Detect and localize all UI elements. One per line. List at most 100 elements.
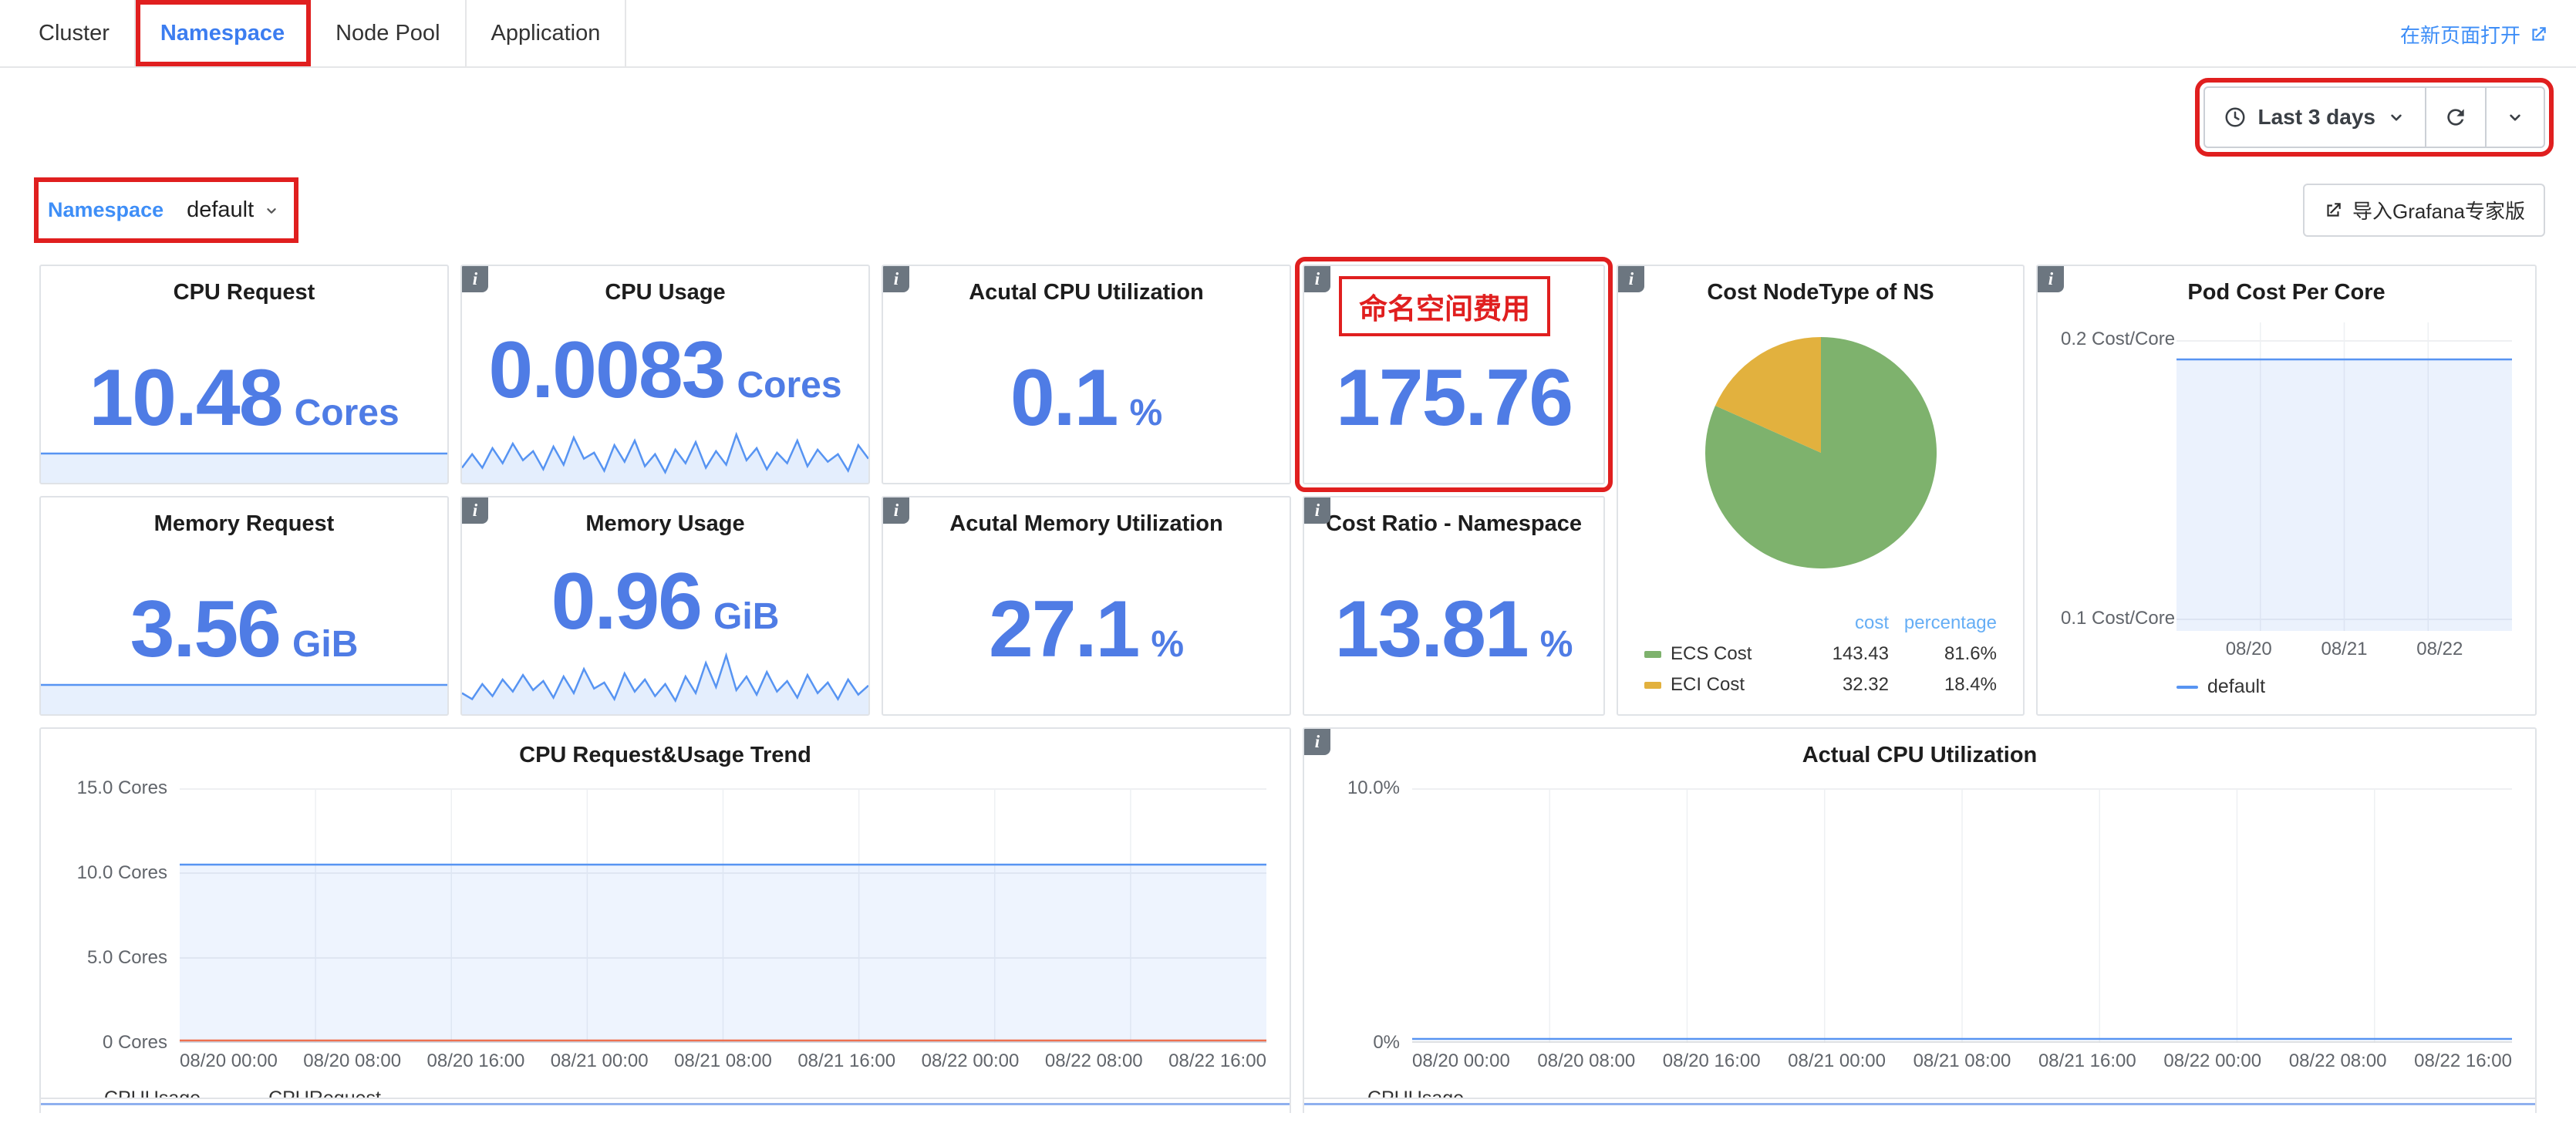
sparkline (462, 415, 868, 483)
dashboard-main: Last 3 days Namespace default 导入Grafana专… (0, 86, 2576, 1113)
x-tick: 08/20 00:00 (180, 1050, 278, 1072)
export-icon (2323, 201, 2343, 221)
panel-title: Cost Ratio - Namespace (1304, 497, 1603, 537)
y-tick: 0.1 Cost/Core (2061, 608, 2175, 629)
stat-value: 3.56 GiB (130, 589, 359, 669)
stat-value: 175.76 (1336, 358, 1572, 438)
panel-cost-nodetype-of-ns: i Cost NodeType of NS cost percentage EC… (1617, 265, 2025, 716)
x-tick: 08/22 (2416, 639, 2463, 660)
panel-title: Cost NodeType of NS (1618, 266, 2023, 305)
info-icon[interactable]: i (883, 266, 909, 292)
x-tick: 08/22 00:00 (2163, 1050, 2261, 1072)
import-grafana-button[interactable]: 导入Grafana专家版 (2303, 184, 2545, 237)
x-tick: 08/21 08:00 (674, 1050, 772, 1072)
panel-acutal-memory-utilization: i Acutal Memory Utilization 27.1 % (882, 496, 1291, 716)
panel-title: Actual CPU Utilization (1327, 729, 2512, 768)
refresh-interval-dropdown[interactable] (2485, 88, 2544, 147)
stat-value: 13.81 % (1335, 589, 1573, 669)
open-in-new-page-label: 在新页面打开 (2400, 20, 2520, 49)
y-axis-labels: 0.2 Cost/Core 0.1 Cost/Core (2061, 322, 2176, 631)
namespace-select[interactable]: default (182, 191, 285, 229)
x-tick: 08/22 16:00 (1168, 1050, 1266, 1072)
y-tick: 10.0 Cores (77, 862, 167, 884)
stat-number: 0.0083 (488, 330, 724, 410)
panel-cpu-request: CPU Request 10.48 Cores (39, 265, 449, 484)
legend-cost-value: 32.32 (1765, 674, 1889, 696)
panel-title: CPU Usage (462, 266, 868, 305)
namespace-filter-label: Namespace (48, 198, 164, 222)
pod-cost-plot[interactable] (2176, 322, 2512, 631)
stat-number: 10.48 (89, 358, 282, 438)
cpu-trend-plot[interactable] (180, 788, 1266, 1043)
tab-namespace[interactable]: Namespace (136, 0, 311, 66)
x-tick: 08/21 08:00 (1913, 1050, 2011, 1072)
stat-value: 0.1 % (1010, 358, 1162, 438)
open-in-new-page-link[interactable]: 在新页面打开 (2400, 20, 2548, 49)
legend-series-name: ECI Cost (1671, 674, 1745, 696)
x-tick: 08/22 16:00 (2414, 1050, 2512, 1072)
panel-cost-ratio-namespace: i Cost Ratio - Namespace 13.81 % (1303, 496, 1605, 716)
sparkline (41, 680, 447, 714)
x-tick: 08/21 16:00 (2038, 1050, 2136, 1072)
panel-title: CPU Request&Usage Trend (64, 729, 1266, 768)
x-tick: 08/20 08:00 (303, 1050, 401, 1072)
tab-cluster[interactable]: Cluster (14, 0, 136, 66)
legend-percentage-value: 81.6% (1889, 643, 1997, 665)
legend-row-ecs[interactable]: ECS Cost 143.43 81.6% (1644, 639, 1997, 669)
legend-percentage-value: 18.4% (1889, 674, 1997, 696)
chevron-down-icon (2386, 107, 2406, 127)
y-tick: 5.0 Cores (87, 947, 167, 969)
y-tick: 0% (1373, 1032, 1400, 1054)
panel-title: Pod Cost Per Core (2061, 266, 2512, 305)
pie-legend-table: cost percentage ECS Cost 143.43 81.6% EC… (1644, 608, 1997, 700)
next-row-panel-peek-right (1303, 1098, 2537, 1113)
pie-chart[interactable] (1694, 325, 1948, 580)
x-tick: 08/21 16:00 (797, 1050, 895, 1072)
info-icon[interactable]: i (1304, 729, 1330, 755)
panel-cpu-usage: i CPU Usage 0.0083 Cores (460, 265, 870, 484)
tab-namespace-label: Namespace (160, 21, 285, 46)
refresh-button[interactable] (2426, 88, 2485, 147)
legend-item-default[interactable]: default (2176, 676, 2265, 698)
actual-cpu-plot[interactable] (1412, 788, 2512, 1043)
stat-unit: Cores (737, 364, 842, 406)
panel-title: Acutal Memory Utilization (883, 497, 1290, 537)
top-tab-bar: Cluster Namespace Node Pool Application … (0, 0, 2576, 68)
info-icon[interactable]: i (462, 266, 488, 292)
stat-value: 0.96 GiB (551, 562, 780, 642)
import-grafana-label: 导入Grafana专家版 (2352, 196, 2525, 224)
tab-application[interactable]: Application (467, 0, 627, 66)
x-tick: 08/20 (2226, 639, 2272, 660)
y-tick: 10.0% (1347, 777, 1400, 799)
x-tick: 08/20 16:00 (427, 1050, 525, 1072)
stat-unit: % (1129, 392, 1162, 434)
y-tick: 0 Cores (103, 1032, 167, 1054)
time-range-button[interactable]: Last 3 days (2205, 88, 2426, 147)
info-icon[interactable]: i (2038, 266, 2064, 292)
legend-row-eci[interactable]: ECI Cost 32.32 18.4% (1644, 669, 1997, 700)
x-tick: 08/21 00:00 (1788, 1050, 1886, 1072)
legend-series-name: ECS Cost (1671, 643, 1752, 665)
info-icon[interactable]: i (1304, 266, 1330, 292)
panel-acutal-cpu-utilization: i Acutal CPU Utilization 0.1 % (882, 265, 1291, 484)
stat-value: 27.1 % (989, 589, 1184, 669)
info-icon[interactable]: i (883, 497, 909, 524)
y-tick: 0.2 Cost/Core (2061, 329, 2175, 350)
panel-actual-cpu-utilization: i Actual CPU Utilization 10.0% 0% 0 (1303, 727, 2537, 1113)
tab-node-pool[interactable]: Node Pool (311, 0, 466, 66)
refresh-icon (2443, 105, 2468, 130)
legend-label: default (2207, 676, 2265, 698)
legend-header-cost[interactable]: cost (1765, 612, 1889, 634)
info-icon[interactable]: i (462, 497, 488, 524)
x-axis-labels: 08/20 08/21 08/22 (2176, 639, 2512, 660)
stat-number: 13.81 (1335, 589, 1528, 669)
next-row-panel-peek-left (39, 1098, 1291, 1113)
ecs-color-swatch (1644, 651, 1661, 658)
x-tick: 08/20 16:00 (1663, 1050, 1761, 1072)
legend-header-percentage[interactable]: percentage (1889, 612, 1997, 634)
info-icon[interactable]: i (1618, 266, 1644, 292)
info-icon[interactable]: i (1304, 497, 1330, 524)
y-axis-labels: 15.0 Cores 10.0 Cores 5.0 Cores 0 Cores (64, 788, 180, 1043)
external-link-icon (2528, 25, 2548, 45)
sparkline (462, 646, 868, 714)
